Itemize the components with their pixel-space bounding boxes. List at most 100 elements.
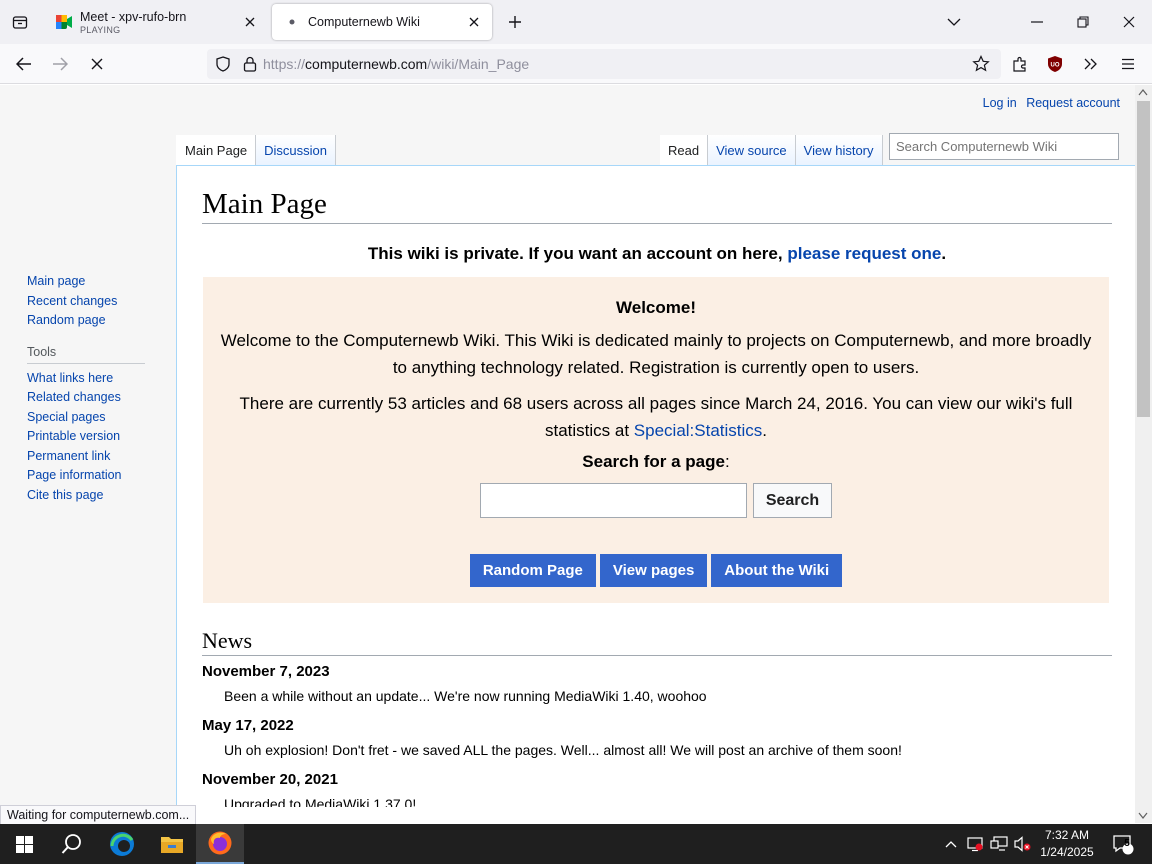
page-title: Main Page <box>202 188 1112 224</box>
tab-meet[interactable]: Meet - xpv-rufo-brn PLAYING <box>44 4 268 40</box>
google-meet-icon <box>56 14 72 30</box>
stop-loading-icon[interactable] <box>84 51 110 77</box>
url-scheme: https:// <box>263 56 306 72</box>
news-date: May 17, 2022 <box>202 717 294 734</box>
file-explorer-icon[interactable] <box>148 824 196 864</box>
private-notice: This wiki is private. If you want an acc… <box>202 244 1112 264</box>
minimize-icon[interactable] <box>1023 8 1051 36</box>
new-tab-plus-icon[interactable] <box>503 10 527 34</box>
windows-taskbar: 7:32 AM 1/24/2025 5 <box>0 824 1152 864</box>
scroll-down-arrow-icon[interactable] <box>1138 812 1148 819</box>
page-search-button[interactable]: Search <box>752 483 833 518</box>
clock-date: 1/24/2025 <box>1040 845 1094 859</box>
list-all-tabs-chevron-icon[interactable] <box>940 8 968 36</box>
tab-main-page[interactable]: Main Page <box>176 135 257 165</box>
private-notice-end: . <box>941 244 947 263</box>
show-hidden-icons-chevron-icon[interactable] <box>940 832 962 856</box>
sidebar-item-printable-version[interactable]: Printable version <box>27 427 167 447</box>
status-bar: Waiting for computernewb.com... <box>0 805 197 825</box>
url-text[interactable]: https://computernewb.com/wiki/Main_Page <box>263 56 529 72</box>
scroll-up-arrow-icon[interactable] <box>1138 89 1148 96</box>
news-text: Uh oh explosion! Don't fret - we saved A… <box>224 742 902 758</box>
special-statistics-link[interactable]: Special:Statistics <box>634 421 763 440</box>
sidebar-item-special-pages[interactable]: Special pages <box>27 408 167 428</box>
edge-browser-icon[interactable] <box>98 824 146 864</box>
sidebar-item-main-page[interactable]: Main page <box>27 272 167 292</box>
search-label-colon: : <box>724 452 730 471</box>
notification-count-badge: 5 <box>1124 838 1130 849</box>
request-account-inline-link[interactable]: please request one <box>787 244 941 263</box>
tab-title: Computernewb Wiki <box>308 15 420 29</box>
action-buttons: Random Page View pages About the Wiki <box>203 554 1109 587</box>
welcome-heading: Welcome! <box>616 298 696 317</box>
about-wiki-button[interactable]: About the Wiki <box>711 554 843 587</box>
scrollbar-thumb[interactable] <box>1137 101 1150 417</box>
tracking-protection-shield-icon[interactable] <box>215 56 231 72</box>
tab-title: Meet - xpv-rufo-brn <box>80 9 187 24</box>
news-item: May 17, 2022 Uh oh explosion! Don't fret… <box>202 714 1112 768</box>
tab-discussion[interactable]: Discussion <box>256 135 337 165</box>
search-label-text: Search for a page <box>582 452 725 471</box>
news-text: Upgraded to MediaWiki 1.37.0! <box>224 796 417 807</box>
view-pages-button[interactable]: View pages <box>599 554 708 587</box>
tab-view-history[interactable]: View history <box>795 135 883 165</box>
sidebar-item-related-changes[interactable]: Related changes <box>27 388 167 408</box>
volume-muted-icon[interactable] <box>1012 832 1034 856</box>
url-path: /wiki/Main_Page <box>427 56 530 72</box>
more-tools-chevrons-icon[interactable] <box>1078 51 1104 77</box>
close-tab-icon[interactable] <box>238 10 262 34</box>
ublock-origin-icon[interactable]: UO <box>1042 51 1068 77</box>
lock-icon[interactable] <box>243 56 257 72</box>
view-tabs: Read View source View history <box>660 135 883 165</box>
notification-center-icon[interactable]: 5 <box>1110 832 1136 856</box>
sidebar-item-random-page[interactable]: Random page <box>27 311 167 331</box>
navigation-toolbar: https://computernewb.com/wiki/Main_Page … <box>0 44 1152 84</box>
url-bar[interactable]: https://computernewb.com/wiki/Main_Page <box>207 49 1001 79</box>
sidebar: Main page Recent changes Random page Too… <box>27 272 167 505</box>
tab-list-icon[interactable] <box>8 10 32 34</box>
back-arrow-icon[interactable] <box>11 51 37 77</box>
welcome-paragraph: Welcome to the Computernewb Wiki. This W… <box>220 331 1092 377</box>
sidebar-item-page-information[interactable]: Page information <box>27 466 167 486</box>
namespace-tabs: Main Page Discussion <box>176 135 337 165</box>
private-notice-text: This wiki is private. If you want an acc… <box>367 244 783 263</box>
bookmark-star-icon[interactable] <box>968 51 994 77</box>
sidebar-item-recent-changes[interactable]: Recent changes <box>27 292 167 312</box>
request-account-link[interactable]: Request account <box>1026 96 1120 110</box>
login-link[interactable]: Log in <box>983 96 1017 110</box>
news-date: November 20, 2021 <box>202 771 338 788</box>
tab-read[interactable]: Read <box>660 135 709 165</box>
random-page-button[interactable]: Random Page <box>469 554 596 587</box>
tab-computernewb-wiki[interactable]: Computernewb Wiki <box>272 4 492 40</box>
network-warning-icon[interactable] <box>964 832 986 856</box>
page-search-input[interactable] <box>479 483 747 518</box>
news-text: Been a while without an update... We're … <box>224 688 707 704</box>
news-item: November 7, 2023 Been a while without an… <box>202 660 1112 714</box>
forward-arrow-icon[interactable] <box>47 51 73 77</box>
close-tab-icon[interactable] <box>462 10 486 34</box>
url-host: computernewb.com <box>305 56 428 72</box>
sidebar-item-cite-this-page[interactable]: Cite this page <box>27 486 167 506</box>
news-list: November 7, 2023 Been a while without an… <box>202 660 1112 807</box>
wiki-search-input[interactable] <box>889 133 1119 160</box>
extensions-puzzle-icon[interactable] <box>1007 51 1033 77</box>
firefox-icon[interactable] <box>196 824 244 864</box>
clock-time: 7:32 AM <box>1044 828 1090 842</box>
welcome-box: Welcome! Welcome to the Computernewb Wik… <box>203 277 1109 603</box>
windows-start-icon[interactable] <box>0 824 48 864</box>
sidebar-item-permanent-link[interactable]: Permanent link <box>27 447 167 467</box>
restore-icon[interactable] <box>1069 8 1097 36</box>
page-search-form: Search <box>203 483 1109 518</box>
loading-dot-icon <box>284 14 300 30</box>
display-icon[interactable] <box>988 832 1010 856</box>
sidebar-item-what-links-here[interactable]: What links here <box>27 369 167 389</box>
hamburger-menu-icon[interactable] <box>1115 51 1141 77</box>
tab-playing-label: PLAYING <box>80 24 121 35</box>
search-icon[interactable] <box>48 824 96 864</box>
statistics-paragraph: There are currently 53 articles and 68 u… <box>216 390 1096 444</box>
tab-view-source[interactable]: View source <box>708 135 796 165</box>
web-page: Log in Request account Main Page Discuss… <box>0 85 1135 807</box>
system-clock[interactable]: 7:32 AM 1/24/2025 <box>1034 827 1100 861</box>
svg-text:UO: UO <box>1051 63 1060 69</box>
close-window-icon[interactable] <box>1115 8 1143 36</box>
